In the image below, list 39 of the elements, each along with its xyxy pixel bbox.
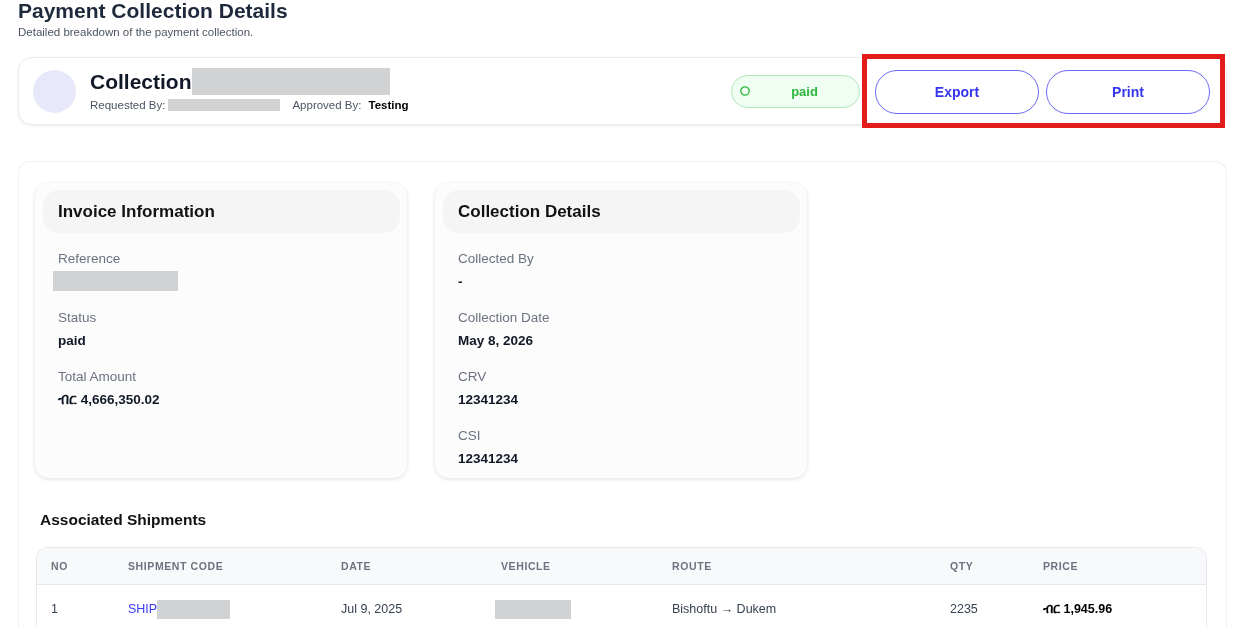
field-label: CRV (458, 368, 487, 386)
table-cell-text: 1 (51, 601, 58, 618)
column-header: QTY (950, 560, 974, 572)
export-button[interactable]: Export (875, 70, 1039, 114)
field-label: CSI (458, 427, 481, 445)
column-header: PRICE (1043, 560, 1079, 572)
table-cell-text: ብር 1,945.96 (1043, 601, 1113, 618)
field-value: May 8, 2026 (458, 332, 534, 350)
field-value: 12341234 (458, 391, 519, 409)
shipment-link[interactable]: SHIP (128, 600, 158, 618)
section-title: Associated Shipments (40, 511, 207, 529)
status-badge: paid (731, 74, 860, 108)
approved-by-value: Testing (368, 98, 409, 111)
card-header: Collection Details (443, 190, 800, 233)
field-value: 12341234 (458, 450, 519, 468)
requested-by-label: Requested By: (90, 98, 166, 111)
column-header: ROUTE (672, 560, 712, 572)
column-header: DATE (341, 560, 372, 572)
column-header: NO (51, 560, 68, 572)
approved-by-label: Approved By: (292, 98, 362, 111)
column-header: VEHICLE (501, 560, 551, 572)
table-cell-text: Jul 9, 2025 (341, 601, 403, 618)
table-cell-text: 2235 (950, 601, 978, 618)
card-header: Invoice Information (43, 190, 400, 233)
ring-icon (740, 86, 750, 96)
field-label: Total Amount (58, 368, 137, 386)
field-value: ብር 4,666,350.02 (58, 391, 160, 409)
column-header: SHIPMENT CODE (128, 560, 224, 572)
print-button[interactable]: Print (1046, 70, 1210, 114)
collection-title: Collection (90, 69, 192, 95)
field-label: Collected By (458, 250, 534, 268)
field-label: Collection Date (458, 309, 550, 327)
field-value: - (458, 273, 463, 291)
page-title: Payment Collection Details (18, 0, 288, 22)
field-label: Reference (58, 250, 121, 268)
field-label: Status (58, 309, 97, 327)
table-cell-text: Bishoftu → Dukem (672, 601, 777, 618)
page-subtitle: Detailed breakdown of the payment collection. (18, 25, 254, 39)
field-value: paid (58, 332, 86, 350)
